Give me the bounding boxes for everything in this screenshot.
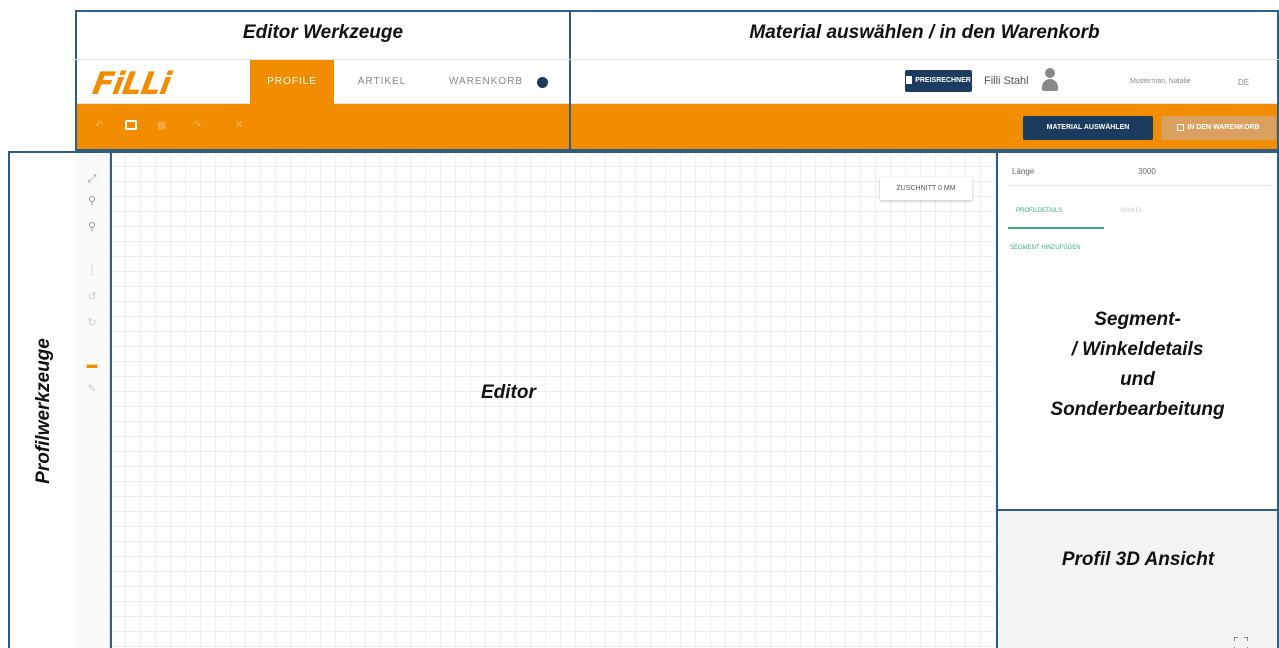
frame-editor xyxy=(110,151,998,648)
label-profile-tools: Profilwerkzeuge xyxy=(33,338,54,484)
label-editor: Editor xyxy=(481,382,536,403)
heading-separator xyxy=(75,59,1279,60)
label-segment-line1: Segment- xyxy=(1094,309,1181,330)
label-editor-tools: Editor Werkzeuge xyxy=(242,22,404,43)
label-segment-line4: Sonderbearbeitung xyxy=(1050,399,1225,420)
label-3d-view: Profil 3D Ansicht xyxy=(1061,549,1215,570)
label-segment: Segment- / Winkeldetails und Sonderbearb… xyxy=(996,305,1279,425)
frame-3d-view xyxy=(996,509,1279,648)
label-segment-line3: und xyxy=(1120,369,1155,390)
label-material: Material auswählen / in den Warenkorb xyxy=(749,22,1100,43)
label-segment-line2: / Winkeldetails xyxy=(1071,339,1204,360)
frame-profile-tools xyxy=(8,151,112,648)
